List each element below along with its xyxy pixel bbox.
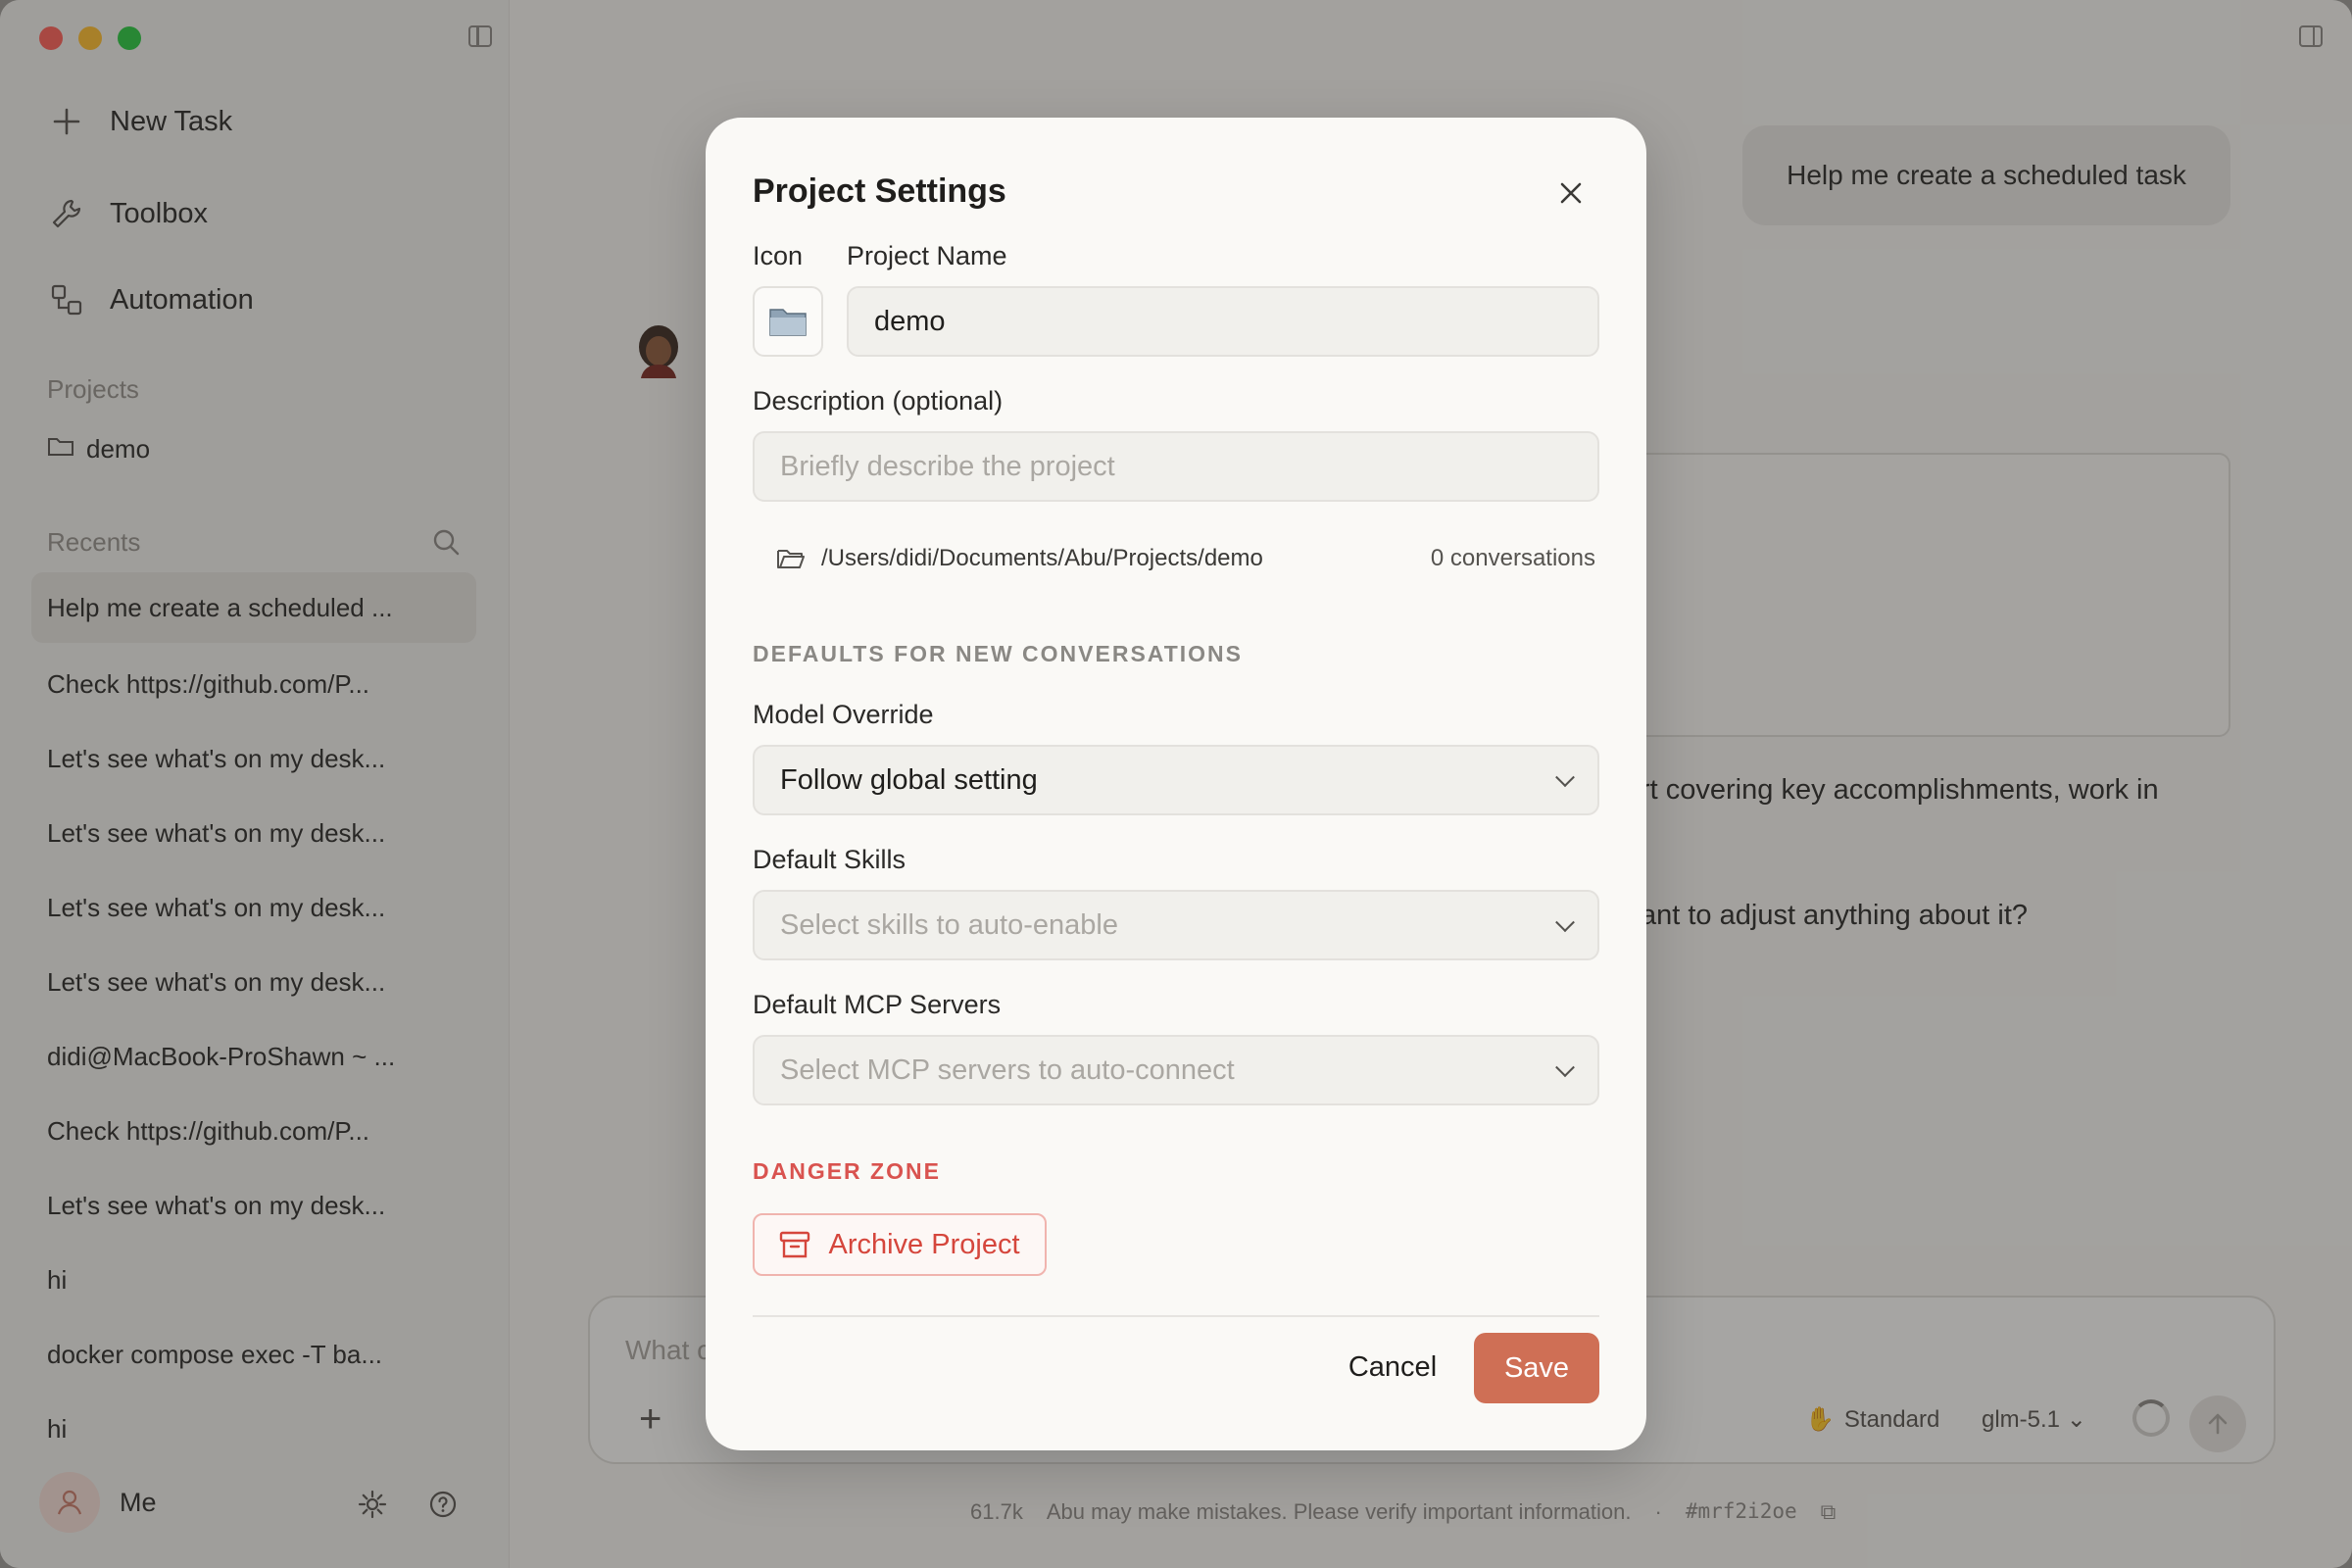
danger-zone-heading: DANGER ZONE: [753, 1158, 941, 1184]
project-icon-picker[interactable]: [753, 286, 823, 357]
dialog-title: Project Settings: [753, 172, 1006, 210]
chevron-down-icon: [1555, 767, 1575, 788]
description-label: Description (optional): [753, 386, 1004, 416]
model-override-label: Model Override: [753, 700, 934, 729]
close-icon[interactable]: [1552, 174, 1590, 212]
folder-open-icon: [776, 547, 806, 570]
default-mcp-select[interactable]: Select MCP servers to auto-connect: [753, 1035, 1599, 1105]
project-name-input[interactable]: demo: [847, 286, 1599, 357]
model-override-value: Follow global setting: [780, 763, 1038, 796]
archive-icon: [779, 1230, 810, 1259]
archive-label: Archive Project: [828, 1228, 1020, 1260]
conversation-count: 0 conversations: [1430, 545, 1595, 571]
project-path-row: /Users/didi/Documents/Abu/Projects/demo …: [776, 545, 1595, 572]
folder-emoji-icon: [769, 309, 807, 336]
project-path: /Users/didi/Documents/Abu/Projects/demo: [821, 545, 1263, 571]
default-skills-placeholder: Select skills to auto-enable: [780, 908, 1118, 941]
chevron-down-icon: [1555, 912, 1575, 933]
model-override-select[interactable]: Follow global setting: [753, 745, 1599, 815]
description-input[interactable]: Briefly describe the project: [753, 431, 1599, 502]
project-name-label: Project Name: [847, 241, 1007, 270]
default-skills-select[interactable]: Select skills to auto-enable: [753, 890, 1599, 960]
cancel-button[interactable]: Cancel: [1319, 1333, 1466, 1401]
default-skills-label: Default Skills: [753, 845, 906, 874]
defaults-heading: DEFAULTS FOR NEW CONVERSATIONS: [753, 641, 1243, 666]
save-button[interactable]: Save: [1474, 1333, 1599, 1403]
default-mcp-label: Default MCP Servers: [753, 990, 1002, 1019]
default-mcp-placeholder: Select MCP servers to auto-connect: [780, 1054, 1235, 1086]
project-settings-dialog: Project Settings Icon Project Name demo …: [706, 118, 1646, 1450]
icon-label: Icon: [753, 241, 804, 270]
chevron-down-icon: [1555, 1057, 1575, 1078]
archive-project-button[interactable]: Archive Project: [753, 1213, 1047, 1276]
divider: [753, 1315, 1599, 1317]
